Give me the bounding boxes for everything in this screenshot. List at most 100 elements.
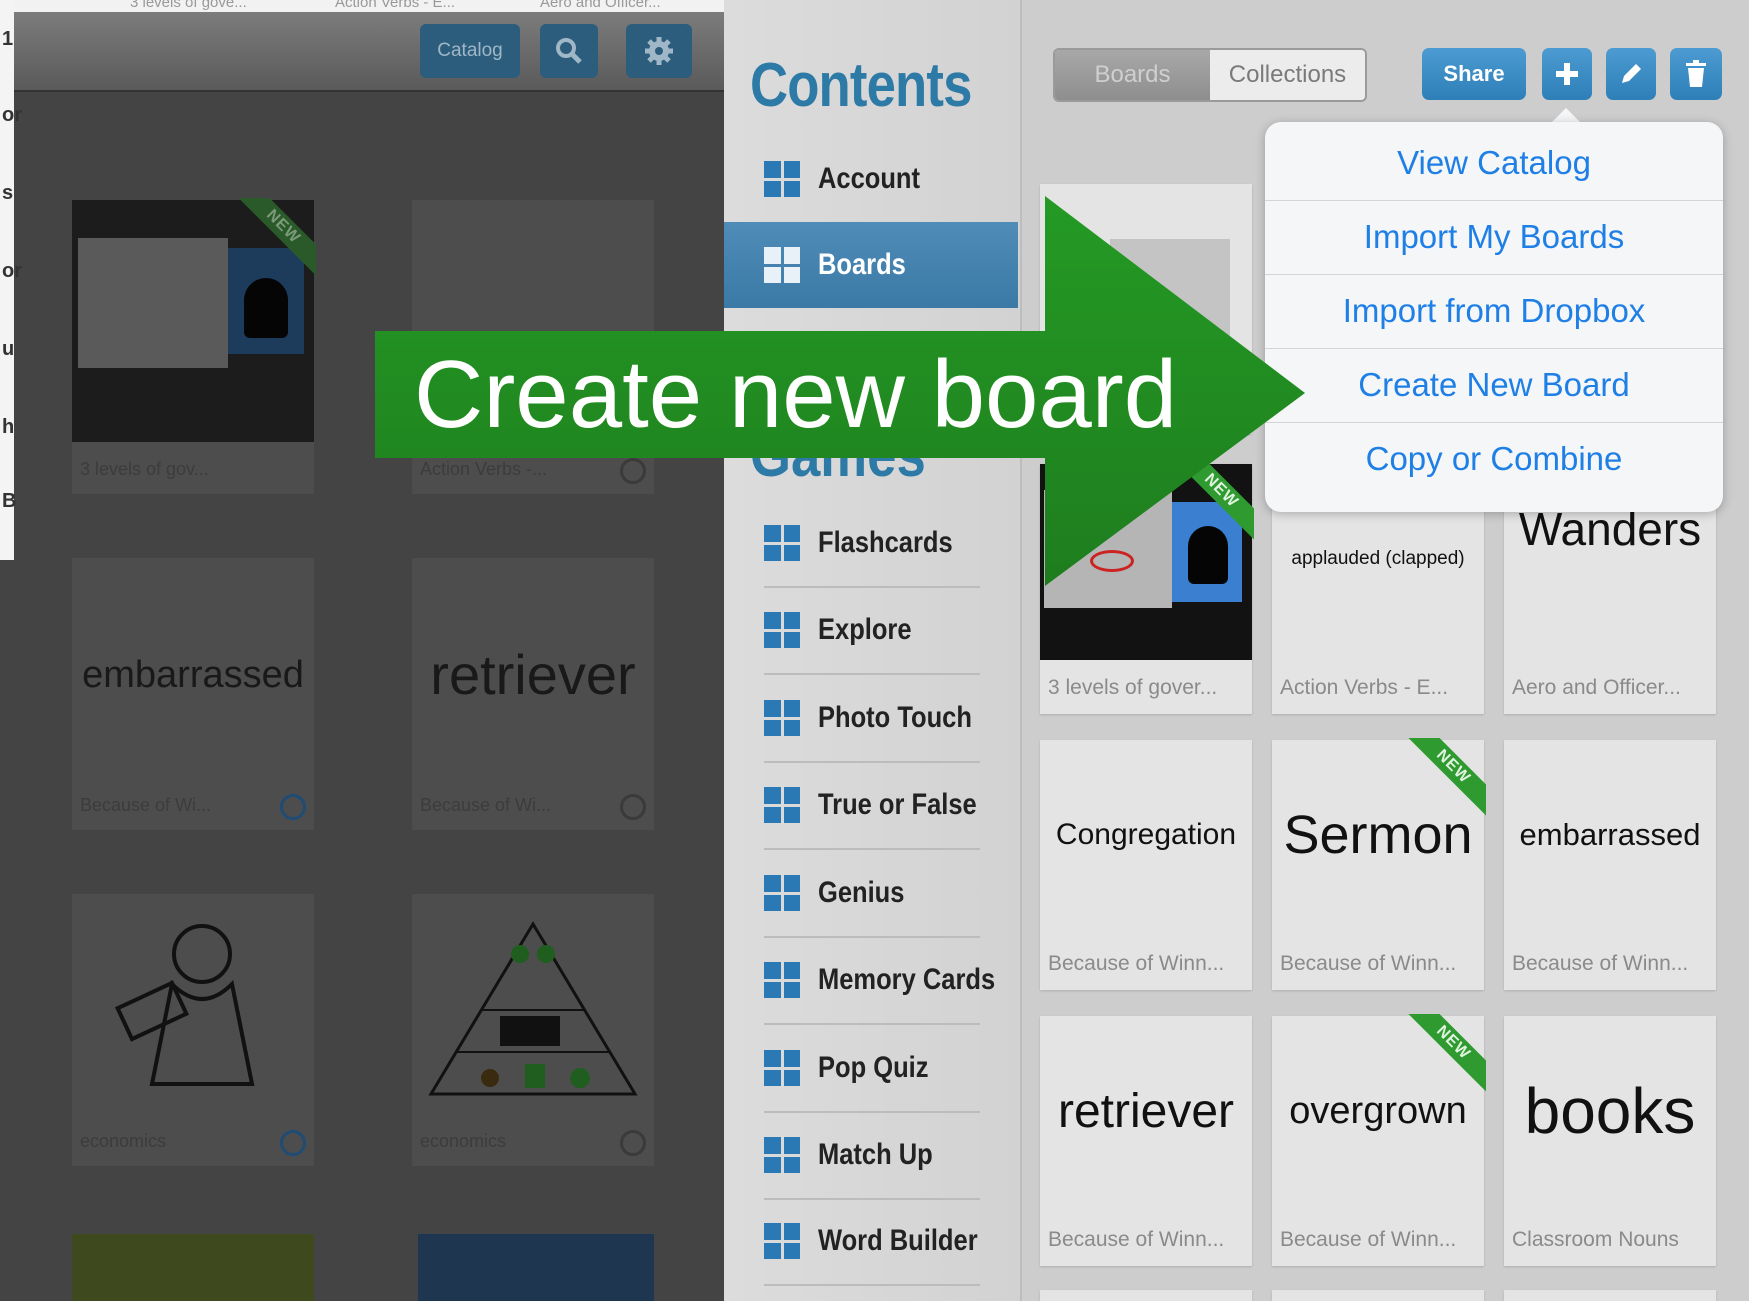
new-ribbon: NEW — [236, 198, 316, 278]
sidebar-item-pop-quiz[interactable]: Pop Quiz — [764, 1025, 980, 1113]
edge-letter: u — [2, 338, 15, 360]
grid-icon — [764, 962, 800, 998]
share-button[interactable]: Share — [1422, 48, 1526, 100]
left-tab-partial: Aero and Officer... — [540, 0, 661, 11]
new-ribbon: NEW — [1406, 738, 1486, 818]
settings-button[interactable] — [626, 24, 692, 78]
tile-caption: Action Verbs - E... — [1280, 676, 1449, 699]
loading-spinner-icon — [620, 1130, 646, 1156]
catalog-button[interactable]: Catalog — [420, 24, 520, 78]
add-button[interactable] — [1542, 48, 1592, 100]
sidebar-item-true-or-false[interactable]: True or False — [764, 762, 980, 850]
segment-boards[interactable]: Boards — [1055, 50, 1210, 100]
tile-word: embarrassed — [82, 654, 304, 696]
search-icon — [556, 38, 582, 64]
tile-word: books — [1524, 1075, 1696, 1147]
left-board-tile[interactable]: NEW 3 levels of gov... — [72, 198, 316, 494]
edge-letter: 1 — [2, 28, 14, 50]
tile-caption: economics — [420, 1131, 507, 1151]
board-tile[interactable]: Congregation Because of Winn... — [1040, 740, 1252, 990]
tile-word: Congregation — [1055, 818, 1237, 851]
sidebar-item-label: Pop Quiz — [818, 1051, 929, 1084]
tile-caption: Because of Winn... — [1512, 952, 1689, 975]
sidebar-item-label: True or False — [818, 788, 977, 821]
plus-icon — [1556, 63, 1578, 85]
pyramid-illustration-icon — [428, 921, 638, 1096]
grid-icon — [764, 700, 800, 736]
menu-item-copy-or-combine[interactable]: Copy or Combine — [1265, 422, 1723, 496]
left-edge-strip: 1 or s or u h B — [0, 0, 22, 560]
sidebar-item-genius[interactable]: Genius — [764, 850, 980, 938]
tile-caption: Because of Winn... — [1048, 1228, 1225, 1251]
contents-heading: Contents — [750, 51, 972, 120]
grid-icon — [764, 1137, 800, 1173]
left-toolbar: Catalog — [14, 12, 724, 92]
edit-button[interactable] — [1606, 48, 1656, 100]
edge-letter: B — [2, 490, 17, 512]
board-tile[interactable]: overgrown NEW Because of Winn... — [1272, 1014, 1486, 1266]
left-board-tile[interactable]: embarrassed Because of Wi... — [72, 558, 314, 830]
edge-letter: or — [2, 260, 22, 282]
edge-letter: s — [2, 182, 14, 204]
loading-spinner-icon — [280, 794, 306, 820]
loading-spinner-icon — [620, 794, 646, 820]
tile-caption: Because of Winn... — [1048, 952, 1225, 975]
grid-icon — [764, 787, 800, 823]
left-tab-strip: 3 levels of gove... Action Verbs - E... … — [0, 0, 724, 12]
grid-icon — [764, 875, 800, 911]
sidebar-item-word-builder[interactable]: Word Builder — [764, 1198, 980, 1286]
segment-collections[interactable]: Collections — [1210, 50, 1365, 100]
sidebar-item-label: Explore — [818, 613, 912, 646]
tile-caption: economics — [80, 1131, 167, 1151]
add-board-popover: View Catalog Import My Boards Import fro… — [1265, 122, 1723, 512]
tile-caption: Aero and Officer... — [1512, 676, 1681, 699]
board-tile[interactable] — [1272, 1290, 1484, 1301]
grid-icon — [764, 1223, 800, 1259]
tile-caption: Because of Winn... — [1280, 952, 1457, 975]
menu-item-view-catalog[interactable]: View Catalog — [1265, 126, 1723, 201]
new-ribbon: NEW — [1406, 1014, 1486, 1094]
tile-caption: 3 levels of gover... — [1048, 676, 1218, 699]
grid-icon — [764, 612, 800, 648]
loading-spinner-icon — [280, 1130, 306, 1156]
left-board-tile[interactable] — [418, 1234, 654, 1301]
board-tile[interactable]: Sermon NEW Because of Winn... — [1272, 738, 1486, 990]
delete-button[interactable] — [1670, 48, 1722, 100]
tile-caption: Because of Wi... — [420, 795, 552, 815]
tile-word: retriever — [1057, 1084, 1235, 1138]
left-board-tile[interactable]: economics — [412, 894, 654, 1166]
left-board-tile[interactable] — [72, 1234, 314, 1301]
menu-item-import-my-boards[interactable]: Import My Boards — [1265, 200, 1723, 275]
sidebar-item-photo-touch[interactable]: Photo Touch — [764, 675, 980, 763]
menu-item-create-new-board[interactable]: Create New Board — [1265, 348, 1723, 423]
menu-item-import-from-dropbox[interactable]: Import from Dropbox — [1265, 274, 1723, 349]
tile-word: embarrassed — [1519, 817, 1701, 852]
sidebar-item-explore[interactable]: Explore — [764, 587, 980, 675]
tile-caption: Classroom Nouns — [1512, 1228, 1679, 1251]
edge-letter: or — [2, 104, 22, 126]
board-tile[interactable]: embarrassed Because of Winn... — [1504, 740, 1716, 990]
tile-word: retriever — [430, 643, 636, 706]
left-board-tile[interactable]: retriever Because of Wi... — [412, 558, 654, 830]
left-tab-partial: 3 levels of gove... — [130, 0, 247, 11]
salesman-illustration-icon — [114, 924, 255, 1086]
grid-icon — [764, 161, 800, 197]
tile-caption: Because of Winn... — [1280, 1228, 1457, 1251]
sidebar-item-label: Match Up — [818, 1138, 933, 1171]
search-button[interactable] — [540, 24, 598, 78]
board-tile[interactable] — [1040, 1290, 1252, 1301]
sidebar-item-label: Genius — [818, 876, 905, 909]
sidebar-item-memory-cards[interactable]: Memory Cards — [764, 937, 995, 1025]
board-tile[interactable]: retriever Because of Winn... — [1040, 1016, 1252, 1266]
sidebar-item-label: Memory Cards — [818, 963, 996, 996]
grid-icon — [764, 1050, 800, 1086]
tile-caption: 3 levels of gov... — [80, 459, 209, 479]
sidebar-item-label: Word Builder — [818, 1224, 978, 1257]
board-tile[interactable] — [1504, 1290, 1716, 1301]
board-tile[interactable]: books Classroom Nouns — [1504, 1016, 1716, 1266]
edge-letter: h — [2, 416, 15, 438]
sidebar-item-match-up[interactable]: Match Up — [764, 1112, 980, 1200]
boards-collections-segmented-control: Boards Collections — [1053, 48, 1367, 102]
left-board-tile[interactable]: economics — [72, 894, 314, 1166]
tile-caption: Because of Wi... — [80, 795, 212, 815]
